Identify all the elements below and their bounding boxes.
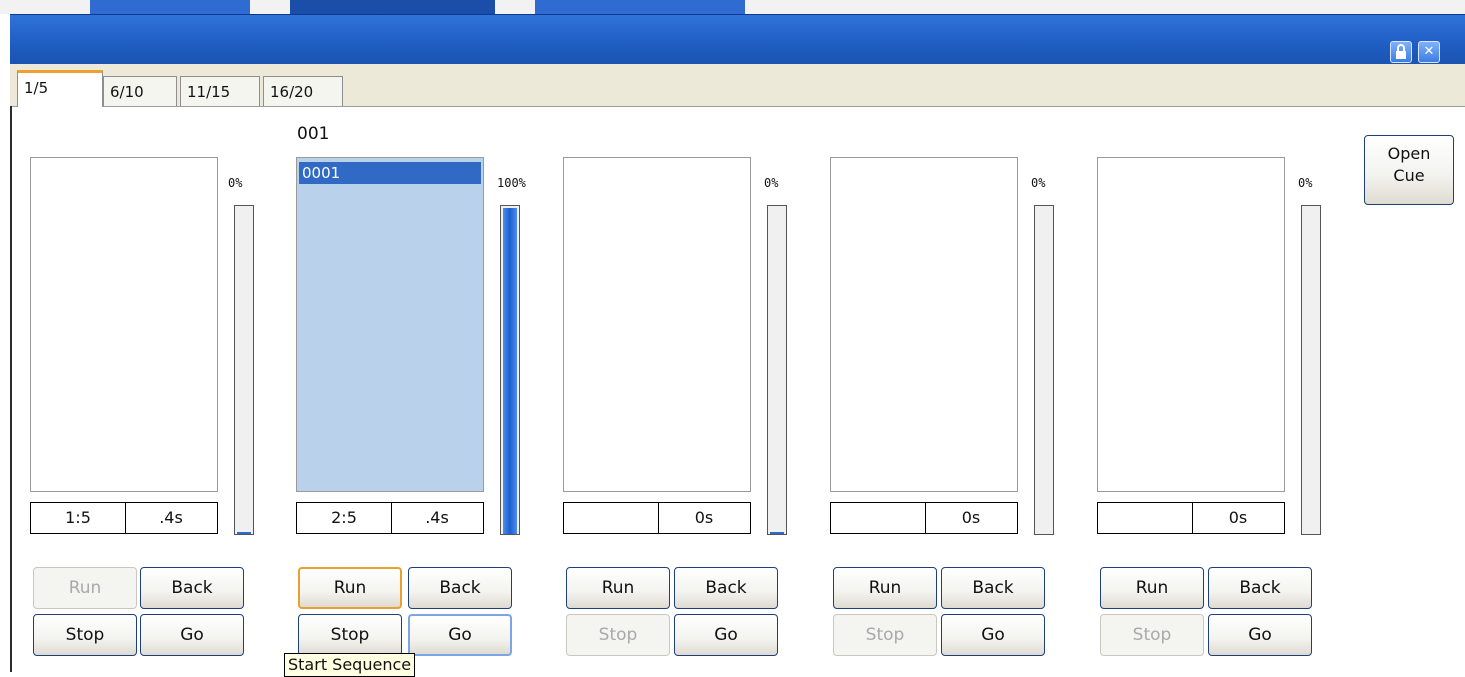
- level-percent: 0%: [228, 176, 243, 190]
- cue-number: [1098, 503, 1193, 533]
- cue-info: 2:5 .4s: [296, 502, 484, 534]
- open-cue-line1: Open: [1387, 144, 1431, 163]
- tab-1-5[interactable]: 1/5: [17, 70, 103, 107]
- lock-icon[interactable]: [1390, 41, 1412, 63]
- level-fader[interactable]: [1034, 205, 1054, 535]
- cue-info: 0s: [830, 502, 1018, 534]
- fade-time: .4s: [159, 508, 183, 527]
- cue-info: 0s: [563, 502, 751, 534]
- background-window-segment: [535, 0, 745, 14]
- go-button[interactable]: Go: [1208, 614, 1312, 656]
- cue-info: 1:5 .4s: [30, 502, 218, 534]
- level-fader[interactable]: [500, 205, 520, 535]
- background-window-segment: [90, 0, 250, 14]
- run-button[interactable]: Run: [33, 567, 137, 609]
- back-button[interactable]: Back: [941, 567, 1045, 609]
- cue-number: 2:5: [297, 503, 392, 533]
- level-fader[interactable]: [234, 205, 254, 535]
- background-window-segment: [290, 0, 495, 14]
- back-button[interactable]: Back: [140, 567, 244, 609]
- window-left-border: [10, 106, 12, 672]
- level-percent: 0%: [1031, 176, 1046, 190]
- go-button[interactable]: Go: [140, 614, 244, 656]
- stop-button[interactable]: Stop: [1100, 614, 1204, 656]
- cue-list[interactable]: 0001: [296, 157, 484, 492]
- go-button[interactable]: Go: [674, 614, 778, 656]
- tab-11-15[interactable]: 11/15: [180, 76, 260, 106]
- back-button[interactable]: Back: [674, 567, 778, 609]
- tab-6-10[interactable]: 6/10: [103, 76, 177, 106]
- back-button[interactable]: Back: [1208, 567, 1312, 609]
- run-button[interactable]: Run: [1100, 567, 1204, 609]
- level-percent: 0%: [764, 176, 779, 190]
- fade-time: 0s: [961, 508, 981, 527]
- fader-fill: [503, 208, 517, 534]
- tab-label: 6/10: [110, 83, 144, 101]
- list-item[interactable]: 0001: [299, 162, 481, 184]
- fader-fill: [770, 532, 784, 534]
- run-button[interactable]: Run: [833, 567, 937, 609]
- open-cue-button[interactable]: Open Cue: [1364, 135, 1454, 205]
- cue-list[interactable]: [1097, 157, 1285, 492]
- sequence-label: 001: [297, 124, 330, 144]
- stop-button[interactable]: Stop: [566, 614, 670, 656]
- stop-button[interactable]: Stop: [298, 614, 402, 656]
- window-titlebar: ✕: [10, 14, 1465, 65]
- go-button[interactable]: Go: [941, 614, 1045, 656]
- level-fader[interactable]: [1301, 205, 1321, 535]
- cue-number: 1:5: [31, 503, 126, 533]
- tooltip: Start Sequence: [284, 653, 416, 677]
- level-percent: 0%: [1298, 176, 1313, 190]
- level-fader[interactable]: [767, 205, 787, 535]
- cue-number: [564, 503, 659, 533]
- stop-button[interactable]: Stop: [833, 614, 937, 656]
- open-cue-line2: Cue: [1393, 166, 1425, 185]
- fade-time: .4s: [425, 508, 449, 527]
- page-tab-bar: 1/5 6/10 11/15 16/20: [10, 64, 1465, 107]
- background-window-strip: [0, 0, 1465, 14]
- run-button[interactable]: Run: [566, 567, 670, 609]
- tab-16-20[interactable]: 16/20: [263, 76, 343, 106]
- close-icon[interactable]: ✕: [1418, 41, 1440, 63]
- cue-list[interactable]: [563, 157, 751, 492]
- stop-button[interactable]: Stop: [33, 614, 137, 656]
- run-button[interactable]: Run: [298, 567, 402, 609]
- level-percent: 100%: [497, 176, 526, 190]
- cue-list[interactable]: [30, 157, 218, 492]
- tab-label: 16/20: [270, 83, 314, 101]
- fade-time: 0s: [1228, 508, 1248, 527]
- cue-number: [831, 503, 926, 533]
- cue-info: 0s: [1097, 502, 1285, 534]
- cue-list[interactable]: [830, 157, 1018, 492]
- fader-fill: [237, 532, 251, 534]
- fade-time: 0s: [694, 508, 714, 527]
- tab-label: 11/15: [187, 83, 231, 101]
- back-button[interactable]: Back: [408, 567, 512, 609]
- tab-label: 1/5: [24, 79, 49, 97]
- go-button[interactable]: Go: [408, 614, 512, 656]
